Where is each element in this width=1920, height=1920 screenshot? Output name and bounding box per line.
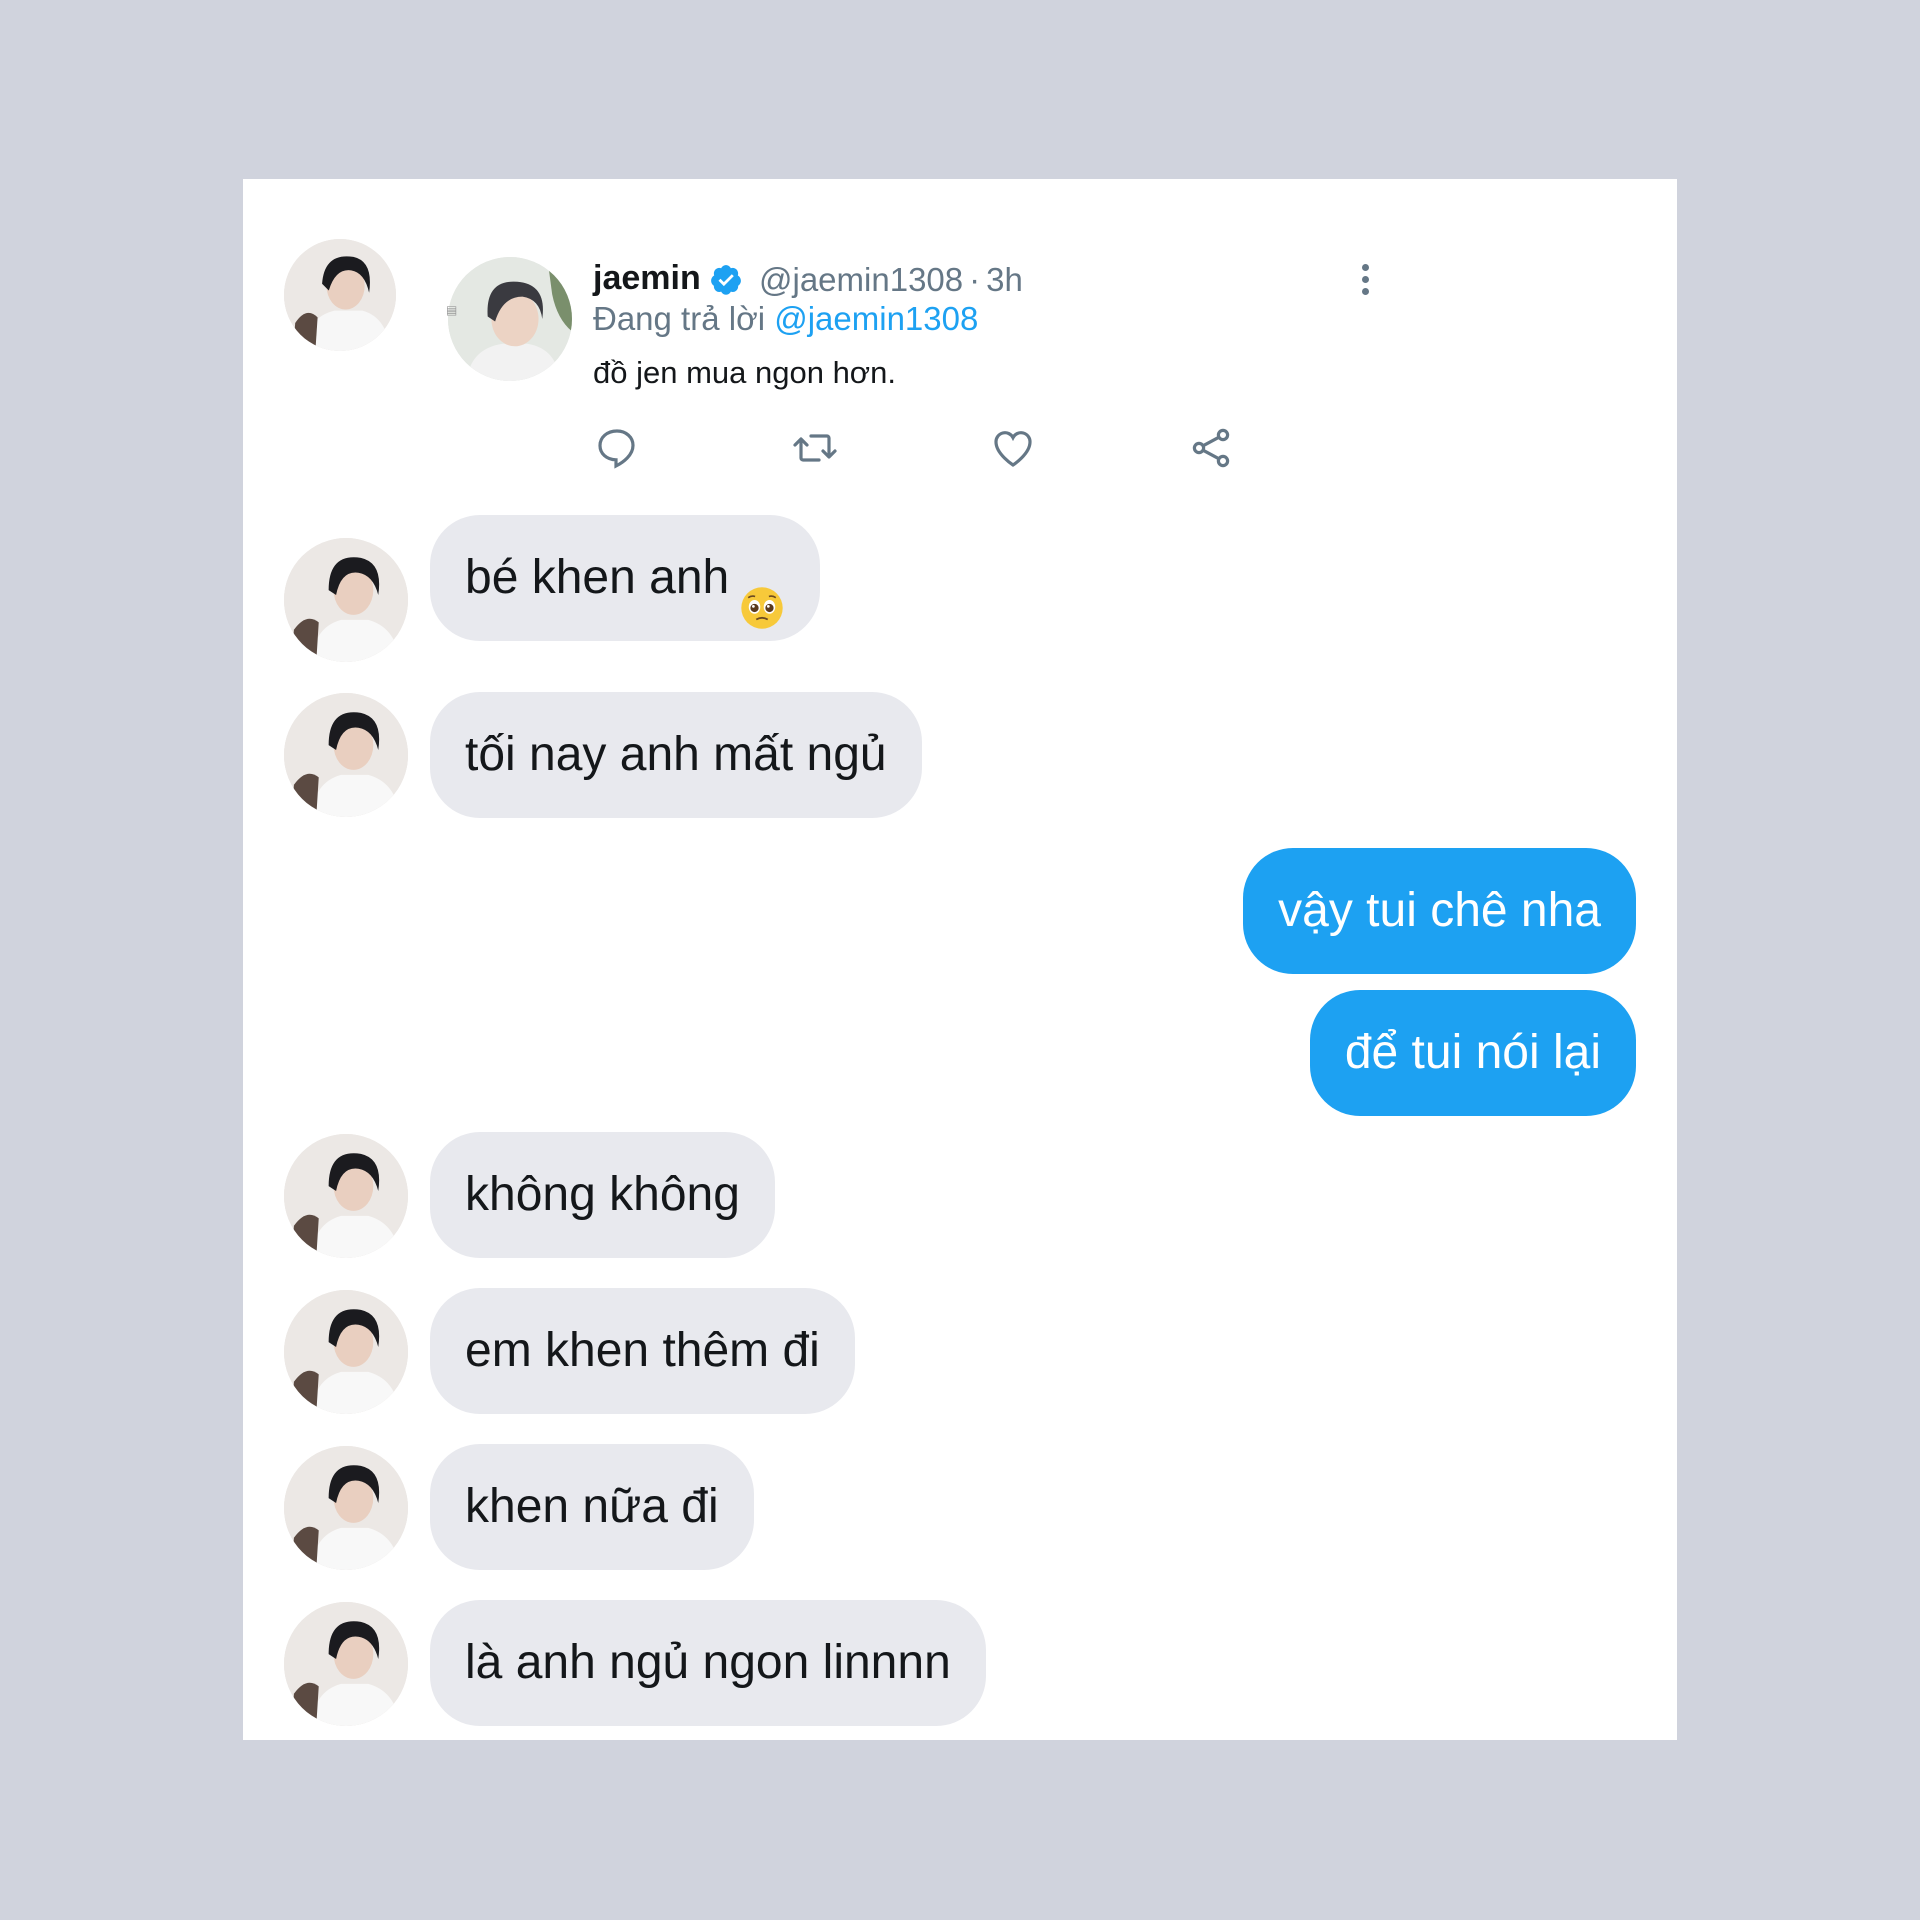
share-icon[interactable]: [1187, 424, 1235, 472]
avatar[interactable]: [448, 257, 572, 381]
avatar[interactable]: [284, 1446, 408, 1570]
message-bubble[interactable]: khen nữa đi: [430, 1444, 754, 1570]
avatar[interactable]: [284, 693, 408, 817]
replying-to: Đang trả lời @jaemin1308: [593, 300, 978, 338]
pleading-face-emoji: [739, 553, 785, 630]
message-text: không không: [465, 1168, 740, 1221]
message-bubble[interactable]: không không: [430, 1132, 775, 1258]
message-bubble[interactable]: tối nay anh mất ngủ: [430, 692, 922, 818]
avatar[interactable]: [284, 1134, 408, 1258]
message-bubble[interactable]: là anh ngủ ngon linnnn: [430, 1600, 986, 1726]
message-text: là anh ngủ ngon linnnn: [465, 1636, 951, 1689]
replying-prefix: Đang trả lời: [593, 300, 766, 337]
message-text: em khen thêm đi: [465, 1324, 820, 1377]
message-text: vậy tui chê nha: [1278, 884, 1601, 937]
message-bubble[interactable]: em khen thêm đi: [430, 1288, 855, 1414]
tweet-text: đồ jen mua ngon hơn.: [593, 355, 896, 390]
message-text: tối nay anh mất ngủ: [465, 728, 887, 781]
small-icon: ▤: [446, 303, 458, 317]
user-handle[interactable]: @jaemin1308: [759, 261, 963, 298]
avatar[interactable]: [284, 538, 408, 662]
tweet-meta: @jaemin1308 · 3h: [759, 261, 1023, 299]
like-icon[interactable]: [989, 424, 1037, 472]
avatar[interactable]: [284, 1290, 408, 1414]
message-text: để tui nói lại: [1344, 1026, 1601, 1079]
separator: ·: [969, 261, 981, 298]
more-vertical-icon[interactable]: [1350, 259, 1380, 299]
chat-card: ▤ jaemin @jaemin1308 · 3h Đang trả lời @ja…: [243, 179, 1677, 1740]
mention-link[interactable]: @jaemin1308: [774, 300, 978, 337]
reply-icon[interactable]: [593, 424, 641, 472]
message-bubble-sent[interactable]: để tui nói lại: [1309, 990, 1636, 1116]
timestamp[interactable]: 3h: [986, 261, 1023, 298]
message-bubble-sent[interactable]: vậy tui chê nha: [1243, 848, 1636, 974]
message-text: khen nữa đi: [465, 1480, 719, 1533]
retweet-icon[interactable]: [791, 424, 839, 472]
message-text: bé khen anh: [465, 551, 730, 604]
avatar[interactable]: [284, 239, 396, 351]
avatar[interactable]: [284, 1602, 408, 1726]
verified-badge-icon: [709, 263, 743, 297]
display-name[interactable]: jaemin: [593, 259, 701, 298]
message-bubble[interactable]: bé khen anh: [430, 515, 821, 641]
